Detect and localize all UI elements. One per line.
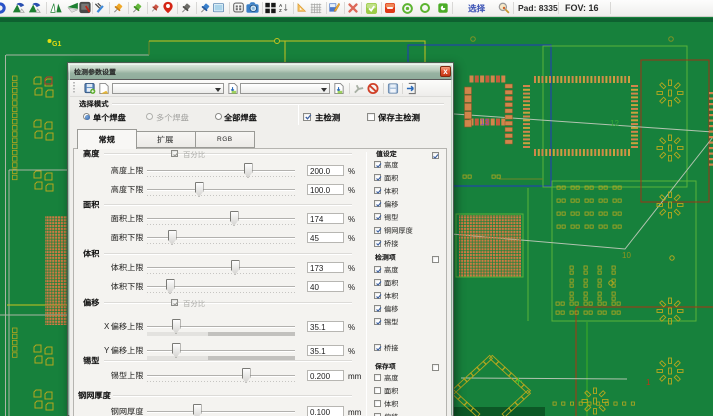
svg-text:1: 1 [646,378,651,387]
svg-text:Z: Z [279,8,282,13]
svg-text:10: 10 [622,251,631,260]
svg-text:13: 13 [480,118,489,127]
svg-text:G1: G1 [52,41,61,48]
svg-text:12: 12 [610,119,619,128]
